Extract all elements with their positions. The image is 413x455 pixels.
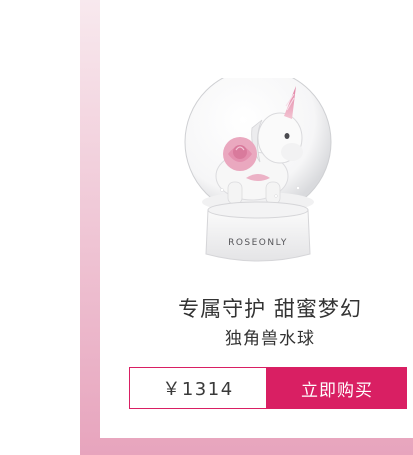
price-display: ￥1314 — [129, 367, 267, 409]
product-title: 专属守护 甜蜜梦幻 — [178, 297, 362, 321]
brand-print: ROSEONLY — [228, 238, 288, 248]
product-subtitle: 独角兽水球 — [225, 329, 315, 349]
price-value: ￥1314 — [162, 379, 234, 400]
buy-now-button[interactable]: 立即购买 — [267, 367, 407, 409]
unicorn-snow-globe-image[interactable]: ROSEONLY — [180, 78, 336, 268]
